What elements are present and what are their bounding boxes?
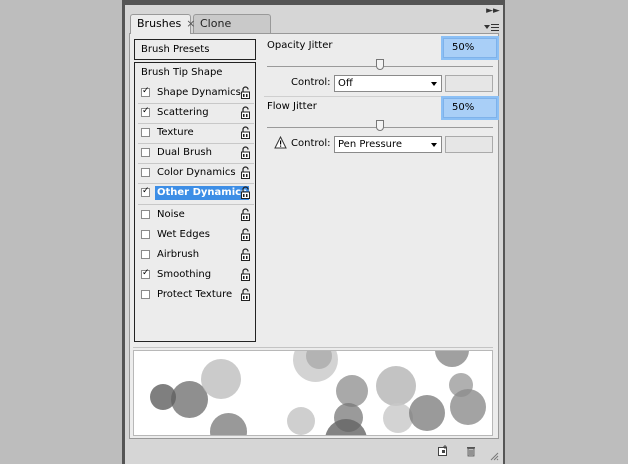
- other-dynamics-checkbox[interactable]: [141, 186, 150, 197]
- warning-icon: [274, 135, 287, 149]
- lock-icon[interactable]: [240, 228, 251, 241]
- resize-grip-icon[interactable]: [489, 451, 499, 461]
- shape-dynamics-label[interactable]: Shape Dynamics: [155, 86, 243, 100]
- airbrush-checkbox[interactable]: [141, 250, 150, 259]
- texture-label[interactable]: Texture: [155, 126, 196, 140]
- lock-icon[interactable]: [240, 248, 251, 261]
- flow-minimum-field: [445, 136, 493, 153]
- other-dynamics-label[interactable]: Other Dynamics: [155, 186, 250, 200]
- tab-clone-source[interactable]: Clone Source: [193, 14, 271, 48]
- brush-option-shape-dynamics[interactable]: Shape Dynamics: [136, 84, 254, 102]
- lock-icon[interactable]: [240, 126, 251, 139]
- airbrush-label[interactable]: Airbrush: [155, 248, 201, 262]
- scattering-label[interactable]: Scattering: [155, 106, 211, 120]
- group-divider: [138, 204, 254, 205]
- brush-option-airbrush[interactable]: Airbrush: [136, 246, 254, 264]
- noise-checkbox[interactable]: [141, 210, 150, 219]
- lock-icon[interactable]: [240, 146, 251, 159]
- brush-presets-button[interactable]: Brush Presets: [134, 39, 256, 60]
- tab-brushes-label: Brushes: [137, 17, 182, 30]
- brush-tip-shape-item[interactable]: Brush Tip Shape: [141, 66, 222, 80]
- lock-icon[interactable]: [240, 208, 251, 221]
- lock-icon[interactable]: [240, 106, 251, 119]
- smoothing-checkbox[interactable]: [141, 268, 150, 279]
- color-dynamics-checkbox[interactable]: [141, 168, 150, 177]
- texture-checkbox[interactable]: [141, 128, 150, 137]
- preview-divider: [133, 347, 493, 348]
- close-tab-icon[interactable]: ×: [186, 17, 195, 30]
- color-dynamics-label[interactable]: Color Dynamics: [155, 166, 238, 180]
- brush-option-color-dynamics[interactable]: Color Dynamics: [136, 164, 254, 182]
- protect-texture-checkbox[interactable]: [141, 290, 150, 299]
- lock-icon[interactable]: [240, 86, 251, 99]
- opacity-control-select[interactable]: Off: [334, 75, 442, 92]
- lock-icon[interactable]: [240, 268, 251, 281]
- smoothing-label[interactable]: Smoothing: [155, 268, 213, 282]
- opacity-jitter-label: Opacity Jitter: [267, 40, 333, 51]
- tab-brushes[interactable]: Brushes ×: [130, 14, 195, 34]
- section-divider: [264, 96, 494, 97]
- new-brush-icon[interactable]: [437, 445, 449, 457]
- brush-option-dual-brush[interactable]: Dual Brush: [136, 144, 254, 162]
- brush-option-other-dynamics[interactable]: Other Dynamics: [136, 184, 254, 202]
- opacity-jitter-input[interactable]: 50%: [441, 36, 499, 60]
- wet-edges-label[interactable]: Wet Edges: [155, 228, 212, 242]
- flow-control-select[interactable]: Pen Pressure: [334, 136, 442, 153]
- opacity-minimum-field: [445, 75, 493, 92]
- wet-edges-checkbox[interactable]: [141, 230, 150, 239]
- flow-control-label: Control:: [291, 138, 331, 149]
- dual-brush-label[interactable]: Dual Brush: [155, 146, 214, 160]
- lock-icon[interactable]: [240, 186, 251, 199]
- lock-icon[interactable]: [240, 166, 251, 179]
- chevron-down-icon: [431, 143, 437, 147]
- scattering-checkbox[interactable]: [141, 106, 150, 117]
- lock-icon[interactable]: [240, 288, 251, 301]
- brush-option-noise[interactable]: Noise: [136, 206, 254, 224]
- flow-jitter-input[interactable]: 50%: [441, 96, 499, 120]
- dual-brush-checkbox[interactable]: [141, 148, 150, 157]
- flow-control-value: Pen Pressure: [338, 139, 403, 150]
- trash-icon[interactable]: [465, 445, 477, 457]
- opacity-jitter-slider-thumb[interactable]: [376, 59, 384, 70]
- brush-option-protect-texture[interactable]: Protect Texture: [136, 286, 254, 304]
- brush-stroke-preview: [133, 350, 493, 436]
- brush-option-scattering[interactable]: Scattering: [136, 104, 254, 122]
- flow-jitter-label: Flow Jitter: [267, 101, 317, 112]
- brush-option-texture[interactable]: Texture: [136, 124, 254, 142]
- shape-dynamics-checkbox[interactable]: [141, 86, 150, 97]
- opacity-control-value: Off: [338, 78, 353, 89]
- chevron-down-icon: [431, 82, 437, 86]
- brush-option-smoothing[interactable]: Smoothing: [136, 266, 254, 284]
- collapse-panel-button[interactable]: ►►: [485, 6, 501, 16]
- protect-texture-label[interactable]: Protect Texture: [155, 288, 234, 302]
- flow-jitter-slider-thumb[interactable]: [376, 120, 384, 131]
- brush-option-wet-edges[interactable]: Wet Edges: [136, 226, 254, 244]
- opacity-control-label: Control:: [291, 77, 331, 88]
- noise-label[interactable]: Noise: [155, 208, 187, 222]
